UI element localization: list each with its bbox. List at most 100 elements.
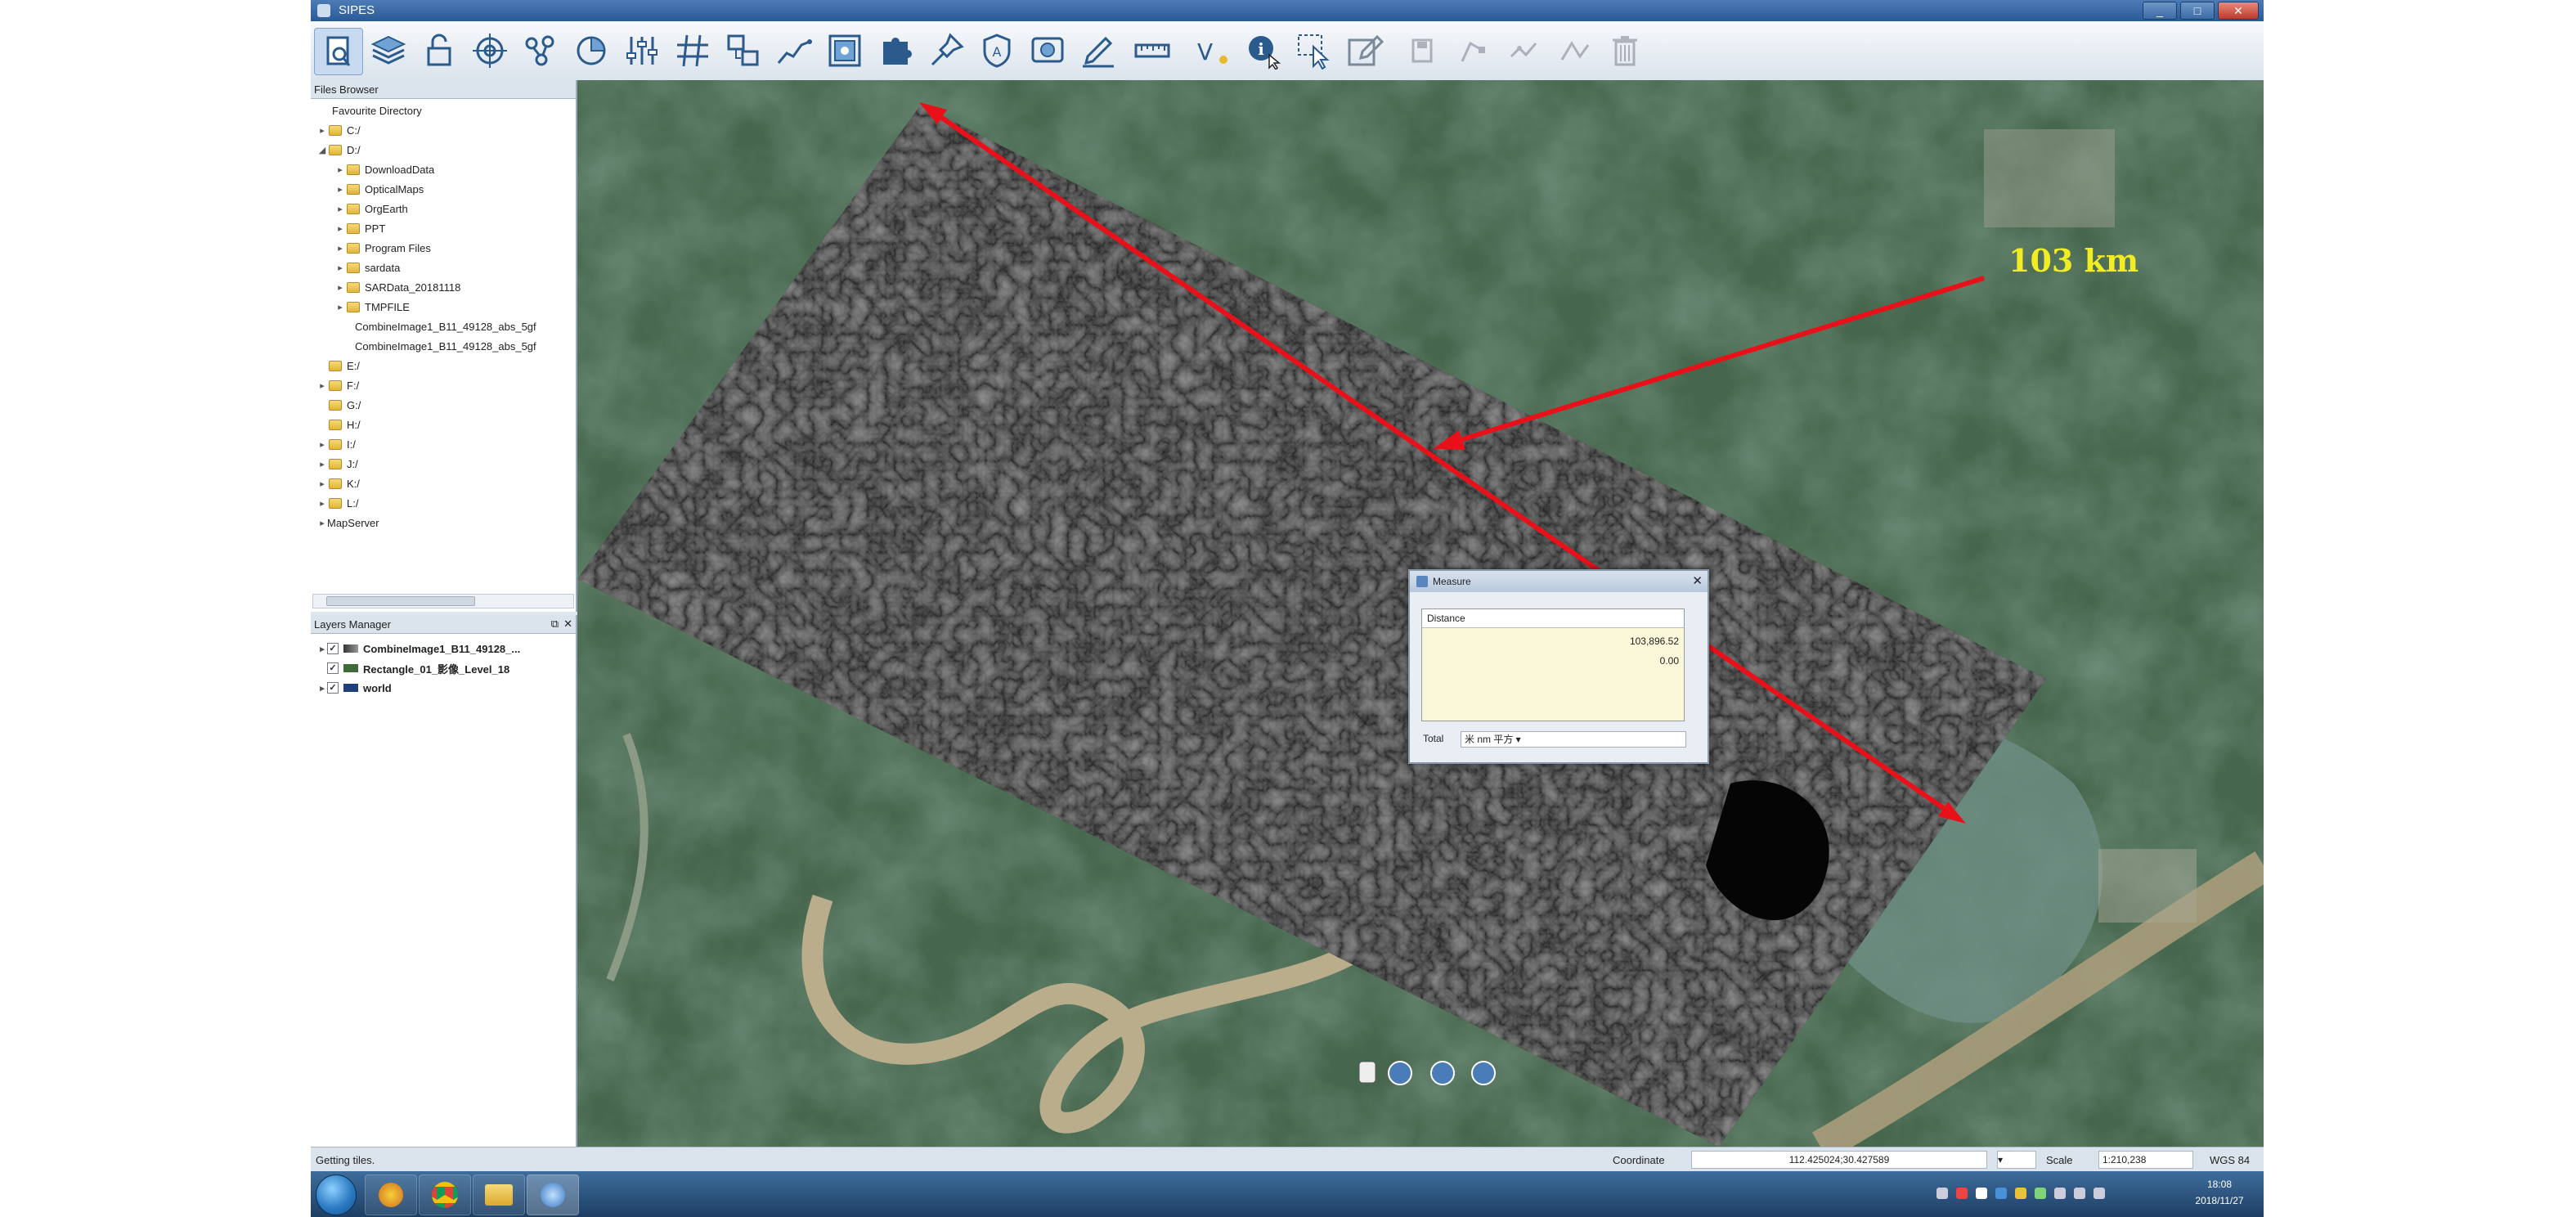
select-icon[interactable] xyxy=(1290,28,1338,74)
sliders-icon[interactable] xyxy=(618,28,666,74)
tray-icon[interactable] xyxy=(2094,1188,2105,1199)
tree-item[interactable]: ▸ sardata xyxy=(335,258,400,276)
tray-icon[interactable] xyxy=(1956,1188,1968,1199)
split-feature-icon[interactable] xyxy=(1551,28,1598,74)
transform-icon[interactable] xyxy=(720,28,767,74)
os-taskbar: 18:08 2018/11/27 xyxy=(311,1171,2264,1217)
title-bar: SIPES _ □ ✕ xyxy=(311,0,2264,21)
pencil-icon[interactable] xyxy=(1341,28,1389,74)
tree-item[interactable]: ▸ F:/ xyxy=(317,376,359,394)
identify-icon[interactable] xyxy=(314,28,363,75)
network-tray-icon[interactable] xyxy=(2054,1188,2066,1199)
tree-item[interactable]: G:/ xyxy=(317,396,361,414)
tray-icon[interactable] xyxy=(1936,1188,1948,1199)
sipes-taskbar-icon[interactable] xyxy=(527,1174,579,1215)
layers-icon[interactable] xyxy=(365,28,412,74)
pie-icon[interactable] xyxy=(568,28,615,74)
svg-text:i: i xyxy=(1258,39,1264,59)
tray-icon[interactable] xyxy=(2035,1188,2046,1199)
volume-tray-icon[interactable] xyxy=(2074,1188,2085,1199)
coordinate-format-select[interactable]: ▾ xyxy=(1997,1151,2036,1169)
tree-item[interactable]: ▸ DownloadData xyxy=(335,160,434,178)
layer-item[interactable]: ▸ ✓ CombineImage1_B11_49128_... xyxy=(317,640,520,658)
edit-icon[interactable] xyxy=(1075,28,1122,74)
tree-item[interactable]: E:/ xyxy=(317,357,360,375)
node-icon[interactable] xyxy=(1449,28,1497,74)
tree-item[interactable]: ▸ Program Files xyxy=(335,239,431,257)
scrollbar-thumb[interactable] xyxy=(326,596,475,606)
measure-dialog-titlebar[interactable]: Measure ✕ xyxy=(1410,571,1708,592)
georef-icon[interactable] xyxy=(821,28,868,74)
split-icon[interactable] xyxy=(1500,28,1547,74)
lock-icon[interactable] xyxy=(415,28,463,74)
measure-units-row: Total 米 nm 平方 ▾ xyxy=(1421,730,1686,749)
close-icon[interactable]: ✕ xyxy=(1692,573,1703,588)
tray-icon[interactable] xyxy=(1976,1188,1987,1199)
tree-item[interactable]: ▸ TMPFILE xyxy=(335,298,410,316)
start-button[interactable] xyxy=(316,1174,357,1215)
layer-checkbox[interactable]: ✓ xyxy=(327,662,339,674)
shield-icon[interactable]: A xyxy=(973,28,1021,74)
tree-item[interactable]: H:/ xyxy=(317,415,361,433)
grid-icon[interactable] xyxy=(669,28,716,74)
network-icon[interactable] xyxy=(517,28,564,74)
tree-file[interactable]: CombineImage1_B11_49128_abs_5gf xyxy=(355,337,536,355)
tree-item[interactable]: ▸ OrgEarth xyxy=(335,200,408,218)
taskbar-app-icon[interactable] xyxy=(365,1174,417,1215)
tree-item[interactable]: ▸ J:/ xyxy=(317,455,358,473)
save-icon[interactable] xyxy=(1398,28,1446,74)
scale-select[interactable]: 1:210,238 xyxy=(2098,1151,2193,1169)
layers-manager-header: Layers Manager ⧉ ✕ xyxy=(311,615,576,634)
taskbar-clock[interactable]: 18:08 2018/11/27 xyxy=(2183,1176,2255,1209)
vector-layer-icon xyxy=(343,684,358,692)
tree-item[interactable]: ▸ K:/ xyxy=(317,474,360,492)
tree-item[interactable]: ▸ SARData_20181118 xyxy=(335,278,460,296)
application-window: SIPES _ □ ✕ A V i Files Browser Favourit… xyxy=(311,0,2264,1217)
units-select[interactable]: 米 nm 平方 ▾ xyxy=(1461,731,1686,748)
window-title: SIPES xyxy=(339,3,375,17)
info-icon[interactable]: i xyxy=(1240,28,1287,74)
close-button[interactable]: ✕ xyxy=(2218,2,2259,20)
map-canvas[interactable]: 103 km Measure ✕ Distance 103,896.52 0.0… xyxy=(577,80,2264,1147)
chrome-icon[interactable] xyxy=(419,1174,471,1215)
total-label: Total xyxy=(1423,733,1444,744)
measure-icon[interactable] xyxy=(1129,28,1176,74)
files-horizontal-scrollbar[interactable] xyxy=(312,594,574,608)
tree-item-d[interactable]: ◢ D:/ xyxy=(317,141,361,159)
panel-close-icon[interactable]: ✕ xyxy=(563,617,572,631)
folder-icon xyxy=(329,360,342,371)
tree-item-mapserver[interactable]: ▸ MapServer xyxy=(317,514,379,532)
tree-item[interactable]: ▸ PPT xyxy=(335,219,385,237)
tree-root[interactable]: Favourite Directory xyxy=(332,101,422,119)
vector-icon[interactable]: V xyxy=(1189,28,1236,74)
minimize-button[interactable]: _ xyxy=(2143,2,2177,20)
layer-item[interactable]: ✓ Rectangle_01_影像_Level_18 xyxy=(317,659,509,677)
layer-checkbox[interactable]: ✓ xyxy=(327,682,339,694)
folder-icon xyxy=(329,379,342,391)
tree-item-c[interactable]: ▸ C:/ xyxy=(317,121,360,139)
maximize-button[interactable]: □ xyxy=(2180,2,2215,20)
float-icon[interactable]: ⧉ xyxy=(551,617,559,631)
layer-checkbox[interactable]: ✓ xyxy=(327,643,339,654)
ruler-icon xyxy=(1416,576,1428,587)
tray-icon[interactable] xyxy=(1995,1188,2007,1199)
target-icon[interactable] xyxy=(466,28,514,74)
puzzle-icon[interactable] xyxy=(872,28,919,74)
tree-item[interactable]: ▸ OpticalMaps xyxy=(335,180,424,198)
tree-item[interactable]: ▸ L:/ xyxy=(317,494,358,512)
tree-file[interactable]: CombineImage1_B11_49128_abs_5gf xyxy=(355,317,536,335)
folder-icon xyxy=(329,458,342,469)
pin-icon[interactable] xyxy=(922,28,970,74)
delete-icon[interactable] xyxy=(1601,28,1649,74)
measure-dialog: Measure ✕ Distance 103,896.52 0.00 Total… xyxy=(1408,569,1709,764)
explorer-icon[interactable] xyxy=(473,1174,525,1215)
crs-label[interactable]: WGS 84 xyxy=(2210,1154,2250,1166)
digitize-icon[interactable] xyxy=(1024,28,1071,74)
tray-icon[interactable] xyxy=(2015,1188,2026,1199)
profile-icon[interactable] xyxy=(770,28,818,74)
layer-item[interactable]: ▸ ✓ world xyxy=(317,679,391,697)
coordinate-field[interactable]: 112.425024;30.427589 xyxy=(1691,1151,1987,1169)
tree-item[interactable]: ▸ I:/ xyxy=(317,435,356,453)
distance-value-1: 103,896.52 xyxy=(1629,635,1679,647)
system-tray: 18:08 2018/11/27 xyxy=(1920,1171,2264,1217)
